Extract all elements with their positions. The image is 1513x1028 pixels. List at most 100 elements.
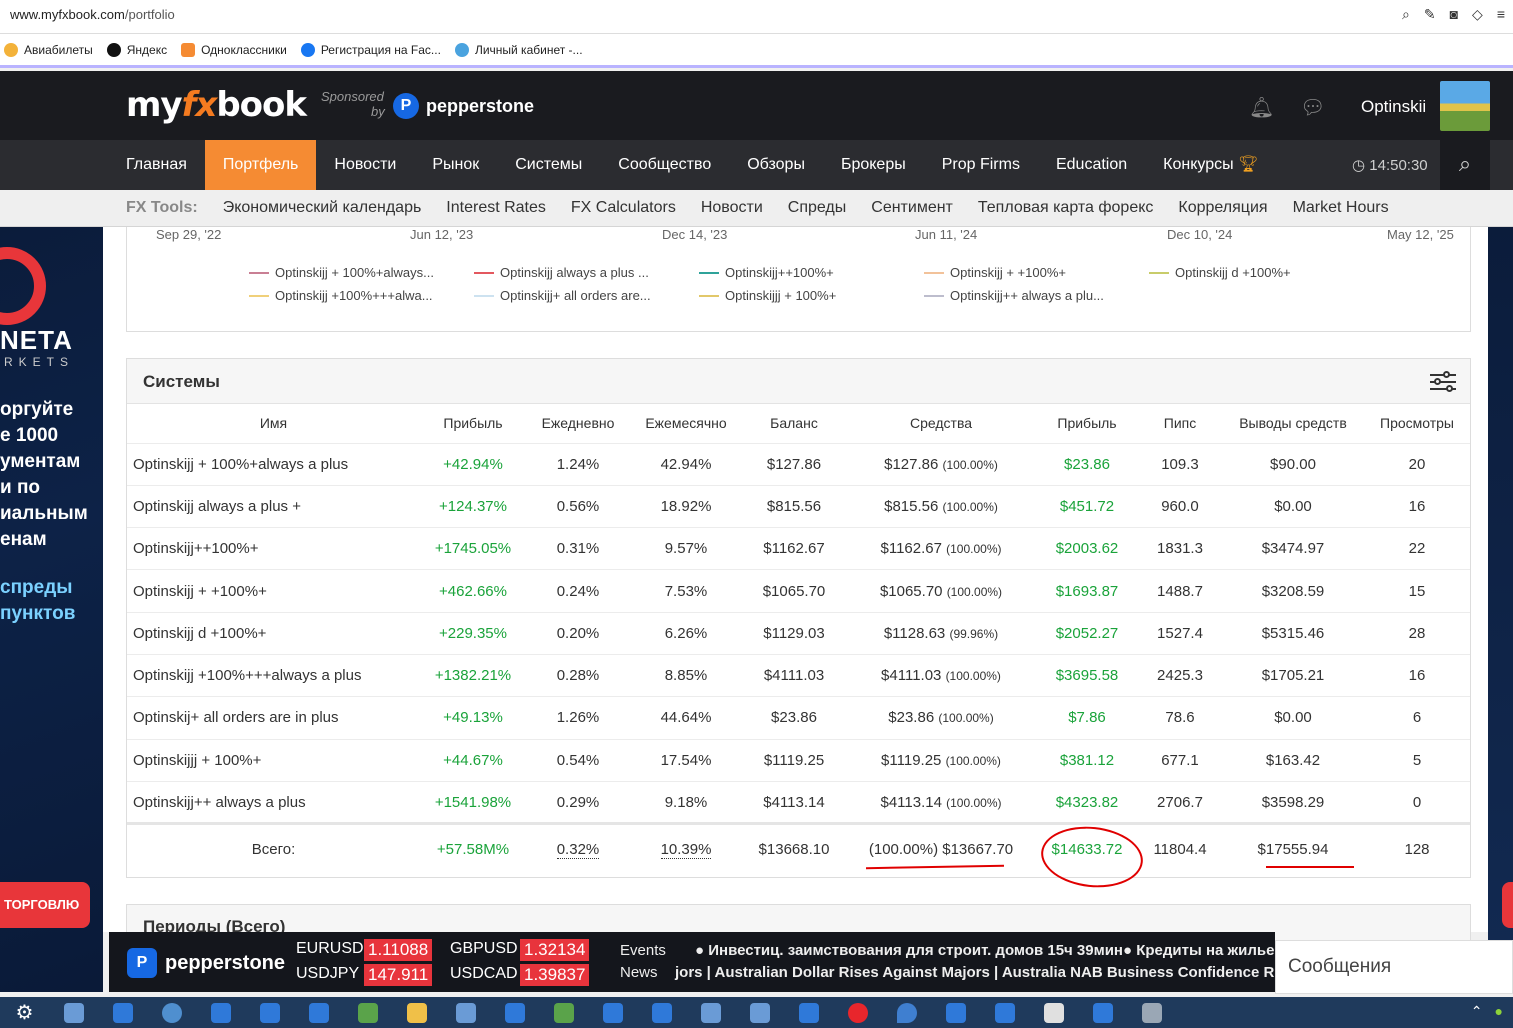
news-scroll[interactable]: jors | Australian Dollar Rises Against M… xyxy=(675,964,1295,981)
messages-button[interactable]: Сообщения xyxy=(1275,940,1513,994)
table-row[interactable]: Optinskij+ all orders are in plus +49.13%… xyxy=(127,696,1470,740)
bookmark-item[interactable]: Авиабилеты xyxy=(4,42,93,57)
table-row[interactable]: Optinskijj++ always a plus +1541.98% 0.29%… xyxy=(127,780,1470,824)
edit-icon[interactable]: ✎ xyxy=(1424,6,1436,23)
right-ad-banner[interactable] xyxy=(1488,227,1513,992)
app-p-icon[interactable] xyxy=(784,997,833,1028)
legend-item[interactable]: Optinskijj++100%+ xyxy=(699,265,834,280)
nav-item-contests[interactable]: Конкурсы 🏆︎ xyxy=(1145,140,1276,190)
app-p-icon[interactable] xyxy=(490,997,539,1028)
legend-item[interactable]: Optinskijj + 100%+always... xyxy=(249,265,434,280)
tool-interest-rates[interactable]: Interest Rates xyxy=(446,199,546,217)
bell-icon[interactable]: 🔔︎ xyxy=(1249,95,1274,120)
nav-item-prop-firms[interactable]: Prop Firms xyxy=(924,140,1038,190)
app-p-icon[interactable] xyxy=(98,997,147,1028)
opera-icon[interactable] xyxy=(833,997,882,1028)
ad-cta-button[interactable]: ТОРГОВЛЮ xyxy=(0,882,90,928)
table-row[interactable]: Optinskijjj + 100%+ +44.67% 0.54% 17.54% $11… xyxy=(127,738,1470,782)
menu-icon[interactable]: ≡ xyxy=(1497,6,1505,23)
col-views[interactable]: Просмотры xyxy=(1364,404,1470,443)
tool-spreads[interactable]: Спреды xyxy=(788,199,847,217)
col-balance[interactable]: Баланс xyxy=(742,404,846,443)
table-row[interactable]: Optinskijj d +100%+ +229.35% 0.20% 6.26% $11… xyxy=(127,611,1470,655)
table-row[interactable]: Optinskijj++100%+ +1745.05% 0.31% 9.57% $116… xyxy=(127,527,1470,570)
legend-item[interactable]: Optinskijj d +100%+ xyxy=(1149,265,1291,280)
app-p-icon[interactable] xyxy=(931,997,980,1028)
cards-icon[interactable] xyxy=(1029,997,1078,1028)
bookmark-item[interactable]: Личный кабинет -... xyxy=(454,42,583,57)
nav-item-market[interactable]: Рынок xyxy=(414,140,497,190)
col-gain[interactable]: Прибыль xyxy=(420,404,526,443)
terminal-icon[interactable] xyxy=(735,997,784,1028)
app-p-icon[interactable] xyxy=(637,997,686,1028)
nav-item-portfolio[interactable]: Портфель xyxy=(204,140,317,190)
terminal-icon[interactable] xyxy=(539,997,588,1028)
col-daily[interactable]: Ежедневно xyxy=(526,404,630,443)
sponsor-logo[interactable]: Ppepperstone xyxy=(393,93,534,119)
ticker-logo[interactable]: Ppepperstone xyxy=(127,948,285,978)
nav-item-community[interactable]: Сообщество xyxy=(600,140,729,190)
terminal-icon[interactable] xyxy=(343,997,392,1028)
tool-sentiment[interactable]: Сентимент xyxy=(871,199,953,217)
col-monthly[interactable]: Ежемесячно xyxy=(630,404,742,443)
col-name[interactable]: Имя xyxy=(127,404,420,443)
legend-item[interactable]: Optinskijj + +100%+ xyxy=(924,265,1066,280)
qbittorrent-icon[interactable] xyxy=(147,997,196,1028)
app-p-icon[interactable] xyxy=(294,997,343,1028)
tool-economic-calendar[interactable]: Экономический календарь xyxy=(223,199,422,217)
col-profit[interactable]: Прибыль xyxy=(1036,404,1138,443)
terminal-icon[interactable] xyxy=(49,997,98,1028)
calculator-icon[interactable] xyxy=(1127,997,1176,1028)
bookmark-item[interactable]: Одноклассники xyxy=(181,42,287,57)
legend-item[interactable]: Optinskijj +100%+++alwa... xyxy=(249,288,433,303)
tool-correlation[interactable]: Корреляция xyxy=(1178,199,1267,217)
zoom-icon[interactable]: ⌕ xyxy=(1402,6,1410,23)
table-row[interactable]: Optinskijj always a plus + +124.37% 0.56% 1… xyxy=(127,484,1470,528)
table-row[interactable]: Optinskijj + +100%+ +462.66% 0.24% 7.53% $10… xyxy=(127,569,1470,613)
nav-item-reviews[interactable]: Обзоры xyxy=(729,140,823,190)
address-bar[interactable]: www.myfxbook.com/portfolio ⌕ ✎ ◙ ◇ ≡ xyxy=(0,0,1513,34)
left-ad-banner[interactable]: NETA RKETS оргуйте е 1000 ументам и по иаль… xyxy=(0,227,103,992)
bookmark-item[interactable]: Яндекс xyxy=(106,42,167,57)
col-equity[interactable]: Средства xyxy=(846,404,1036,443)
tool-news[interactable]: Новости xyxy=(701,199,763,217)
legend-item[interactable]: Optinskijjj + 100%+ xyxy=(699,288,836,303)
search-icon[interactable]: ⌕ xyxy=(1440,140,1490,190)
tool-heatmap[interactable]: Тепловая карта форекс xyxy=(978,199,1154,217)
legend-item[interactable]: Optinskijj+ all orders are... xyxy=(474,288,651,303)
avatar[interactable] xyxy=(1440,81,1490,131)
tool-fx-calculators[interactable]: FX Calculators xyxy=(571,199,676,217)
app-p-icon[interactable] xyxy=(588,997,637,1028)
camera-icon[interactable]: ◙ xyxy=(1450,6,1458,23)
table-row[interactable]: Optinskijj + 100%+always a plus +42.94% 1.… xyxy=(127,442,1470,486)
terminal-icon[interactable] xyxy=(686,997,735,1028)
shield-icon[interactable]: ◇ xyxy=(1472,6,1483,23)
nav-item-home[interactable]: Главная xyxy=(108,140,205,190)
tool-market-hours[interactable]: Market Hours xyxy=(1293,199,1389,217)
username[interactable]: Optinskii xyxy=(1361,97,1426,117)
chat-icon[interactable]: 💬︎ xyxy=(1300,95,1325,120)
settings-icon[interactable]: ⚙ xyxy=(0,997,49,1028)
nav-item-brokers[interactable]: Брокеры xyxy=(823,140,924,190)
nav-item-news[interactable]: Новости xyxy=(316,140,414,190)
events-scroll[interactable]: ● Инвестиц. заимствования для строит. до… xyxy=(695,942,1316,959)
app-p-icon[interactable] xyxy=(980,997,1029,1028)
app-p-icon[interactable] xyxy=(245,997,294,1028)
folder-icon[interactable] xyxy=(392,997,441,1028)
col-withdrawals[interactable]: Выводы средств xyxy=(1222,404,1364,443)
legend-item[interactable]: Optinskijj++ always a plu... xyxy=(924,288,1104,303)
table-row[interactable]: Optinskijj +100%+++always a plus +1382.21… xyxy=(127,653,1470,697)
drop-icon[interactable] xyxy=(882,997,931,1028)
nav-item-education[interactable]: Education xyxy=(1038,140,1145,190)
bookmark-item[interactable]: Регистрация на Fac... xyxy=(300,42,441,57)
pepperstone-ticker[interactable]: Ppepperstone EURUSD 1.11088 GBPUSD 1.321… xyxy=(109,932,1316,992)
terminal-icon[interactable] xyxy=(441,997,490,1028)
settings-sliders-icon[interactable] xyxy=(1430,370,1456,394)
app-p-icon[interactable] xyxy=(196,997,245,1028)
app-p-icon[interactable] xyxy=(1078,997,1127,1028)
myfxbook-logo[interactable]: myfxbook xyxy=(126,85,307,125)
nav-item-systems[interactable]: Системы xyxy=(497,140,600,190)
system-tray[interactable]: ⌃ ● xyxy=(1471,1003,1503,1020)
legend-item[interactable]: Optinskijj always a plus ... xyxy=(474,265,649,280)
col-pips[interactable]: Пипс xyxy=(1138,404,1222,443)
